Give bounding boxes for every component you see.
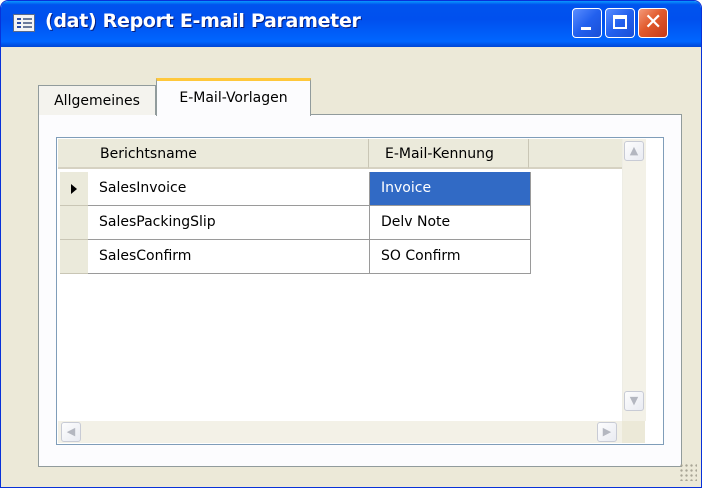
cell-email-code[interactable]: Invoice	[370, 172, 531, 206]
minimize-button[interactable]	[572, 8, 602, 38]
horizontal-scrollbar[interactable]	[58, 421, 622, 443]
cell-report-name[interactable]: SalesConfirm	[88, 240, 370, 274]
column-header-berichtsname[interactable]: Berichtsname	[88, 139, 369, 169]
scroll-up-button[interactable]: ▲	[624, 141, 644, 161]
row-selector-header	[58, 139, 88, 169]
close-icon: ✕	[644, 10, 663, 35]
tab-email-vorlagen[interactable]: E-Mail-Vorlagen	[156, 78, 311, 116]
row-selector[interactable]	[60, 240, 88, 274]
cell-email-code[interactable]: SO Confirm	[370, 240, 531, 274]
resize-grip-icon[interactable]	[679, 463, 697, 481]
form-icon	[13, 14, 35, 32]
dialog-window: (dat) Report E-mail Parameter ✕ Allgemei…	[0, 0, 702, 488]
tab-allgemeines[interactable]: Allgemeines	[38, 85, 156, 115]
cell-email-code[interactable]: Delv Note	[370, 206, 531, 240]
maximize-button[interactable]	[605, 8, 635, 38]
row-selector[interactable]	[60, 172, 88, 206]
current-row-arrow-icon	[71, 184, 77, 194]
scroll-down-button[interactable]: ▼	[624, 391, 644, 411]
row-selector[interactable]	[60, 206, 88, 240]
cell-report-name[interactable]: SalesInvoice	[88, 172, 370, 206]
close-button[interactable]: ✕	[638, 8, 668, 38]
window-title: (dat) Report E-mail Parameter	[45, 10, 361, 32]
column-header-email-kennung[interactable]: E-Mail-Kennung	[369, 139, 529, 169]
vertical-scrollbar[interactable]	[622, 139, 646, 421]
column-header-filler	[529, 139, 622, 169]
scroll-left-button[interactable]: ◀	[61, 422, 81, 442]
cell-report-name[interactable]: SalesPackingSlip	[88, 206, 370, 240]
maximize-icon	[613, 15, 627, 29]
scrollbar-corner	[622, 421, 645, 443]
scroll-right-button[interactable]: ▶	[597, 422, 617, 442]
minimize-icon	[581, 27, 591, 30]
title-bar[interactable]: (dat) Report E-mail Parameter ✕	[1, 1, 701, 47]
